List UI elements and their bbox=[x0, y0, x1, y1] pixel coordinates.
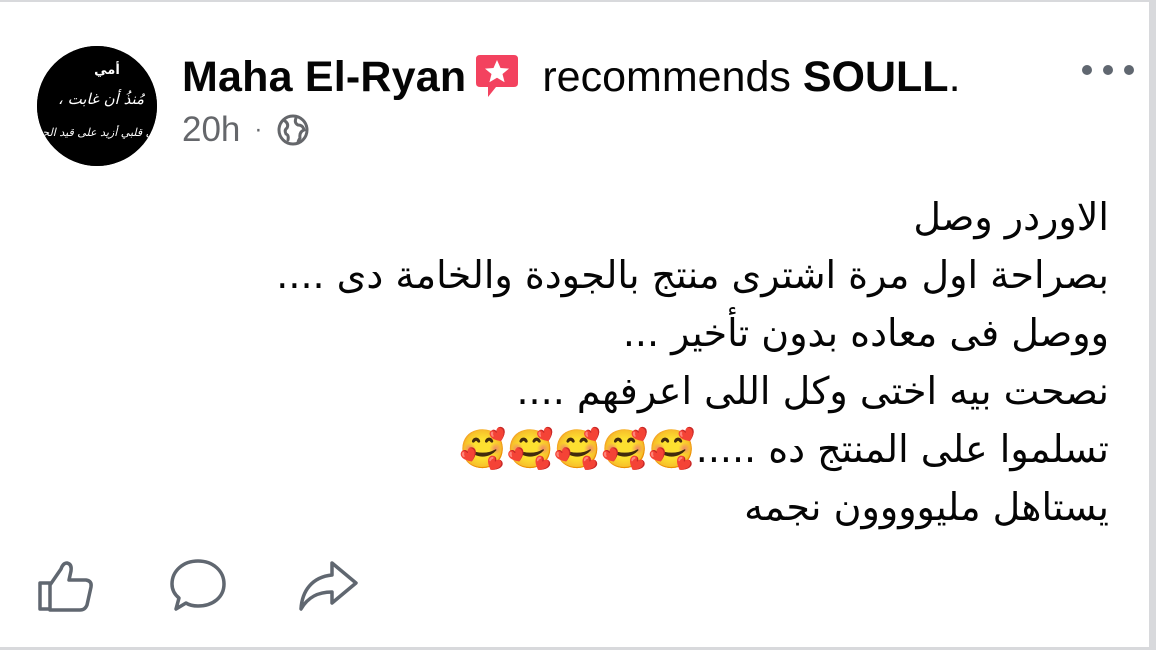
avatar-image: أمي مُنذُ أن غابت ، في قلبي أزيد على قيد… bbox=[37, 46, 157, 166]
period: . bbox=[948, 53, 961, 101]
globe-icon bbox=[277, 114, 309, 146]
share-button[interactable] bbox=[296, 555, 360, 615]
avatar-text-line-1: أمي bbox=[94, 61, 120, 78]
recommends-text: recommends bbox=[542, 53, 791, 101]
post-body-line: الاوردر وصل bbox=[913, 195, 1109, 239]
post-body-line: بصراحة اول مرة اشترى منتج بالجودة والخام… bbox=[276, 253, 1109, 297]
avatar-text-line-2: مُنذُ أن غابت ، bbox=[58, 89, 145, 108]
author-name[interactable]: Maha El-Ryan bbox=[182, 53, 466, 101]
star-speech-bubble-icon bbox=[474, 51, 520, 101]
comment-button[interactable] bbox=[166, 555, 230, 615]
thumbs-up-icon bbox=[38, 561, 93, 612]
post-body-line: نصحت بيه اختى وكل اللى اعرفهم .... bbox=[516, 369, 1109, 413]
post-card: أمي مُنذُ أن غابت ، في قلبي أزيد على قيد… bbox=[0, 0, 1156, 650]
like-button[interactable] bbox=[34, 555, 98, 615]
action-bar bbox=[34, 555, 374, 615]
share-arrow-icon bbox=[299, 561, 358, 611]
post-timestamp[interactable]: 20h bbox=[182, 110, 240, 150]
ellipsis-dot bbox=[1124, 65, 1134, 75]
ellipsis-dot bbox=[1103, 65, 1113, 75]
avatar-text-line-3: في قلبي أزيد على قيد الحياة bbox=[37, 125, 157, 139]
post-body-line: تسلموا على المنتج ده .....🥰🥰🥰🥰🥰 bbox=[459, 427, 1109, 471]
page-name[interactable]: SOULL bbox=[803, 53, 949, 101]
post-header: Maha El-Ryan recommends SOULL. bbox=[182, 52, 961, 102]
post-body: الاوردر وصل بصراحة اول مرة اشترى منتج با… bbox=[109, 188, 1109, 536]
ellipsis-icon[interactable] bbox=[1082, 58, 1134, 82]
comment-bubble-icon bbox=[170, 559, 226, 611]
avatar[interactable]: أمي مُنذُ أن غابت ، في قلبي أزيد على قيد… bbox=[37, 46, 157, 166]
post-body-line: يستاهل مليوووون نجمه bbox=[744, 485, 1109, 529]
ellipsis-dot bbox=[1082, 65, 1092, 75]
post-meta: 20h · bbox=[182, 110, 310, 150]
meta-separator: · bbox=[254, 116, 263, 143]
post-body-line: ووصل فى معاده بدون تأخير ... bbox=[622, 311, 1109, 355]
